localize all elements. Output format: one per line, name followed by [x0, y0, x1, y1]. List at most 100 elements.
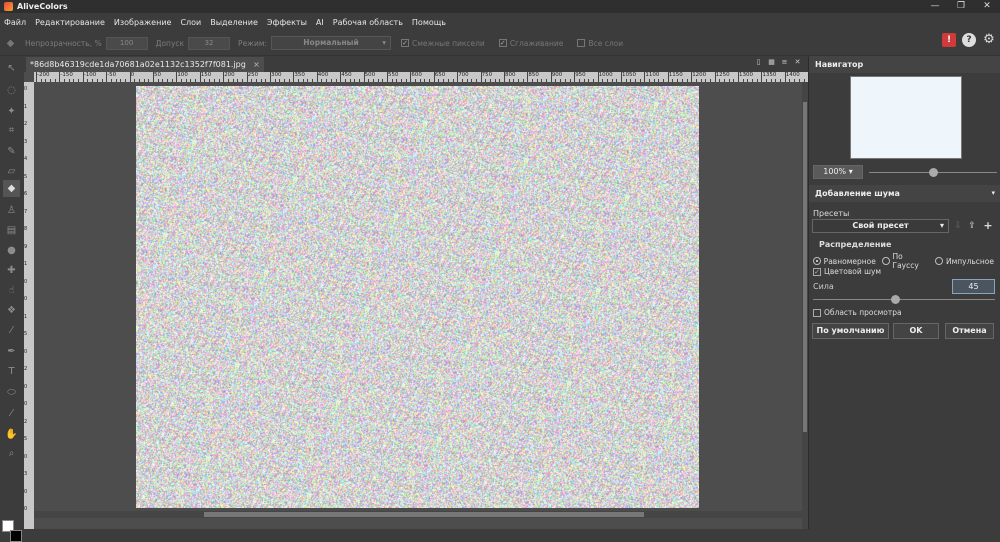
brush-tool-icon[interactable]: ✎ — [3, 143, 20, 160]
radio-impulse[interactable] — [935, 257, 943, 265]
move-tool-icon[interactable]: ↖ — [3, 60, 20, 77]
ruler-h-minor-tick — [204, 79, 206, 82]
pen-tool-icon[interactable]: ✒ — [3, 343, 20, 360]
ruler-h-minor-tick — [213, 79, 215, 82]
tab-close-icon[interactable]: × — [253, 57, 260, 72]
zoom-tool-icon[interactable]: ⌕ — [3, 445, 20, 462]
opacity-input[interactable]: 100 — [105, 36, 148, 50]
ruler-h-minor-tick — [354, 79, 356, 82]
strength-input[interactable]: 45 — [952, 279, 995, 294]
ruler-h-minor-tick — [396, 79, 398, 82]
mode-select[interactable]: Нормальный — [271, 36, 391, 50]
preview-area-checkbox[interactable]: Область просмотра — [813, 308, 902, 317]
maximize-button[interactable]: ❐ — [948, 0, 974, 13]
add-noise-title: Добавление шума — [815, 189, 900, 198]
navigator-header[interactable]: Навигатор — [809, 56, 1000, 73]
adjacent-checkbox[interactable]: ✓ Смежные пиксели — [401, 39, 485, 48]
ruler-h-minor-tick — [489, 79, 491, 82]
title-bar: AliveColors — ❐ ✕ — [0, 0, 1000, 13]
ruler-h-tick — [433, 72, 435, 82]
preset-select[interactable]: Свой пресет — [812, 219, 949, 233]
save-preset-icon[interactable]: ⇪ — [966, 220, 978, 232]
lasso-tool-icon[interactable]: ◌ — [3, 82, 20, 99]
alert-icon[interactable]: ! — [942, 33, 956, 47]
menu-image[interactable]: Изображение — [114, 18, 172, 27]
new-doc-icon[interactable]: ▯ — [754, 58, 763, 67]
menu-ai[interactable]: AI — [316, 18, 324, 27]
text-tool-icon[interactable]: T — [3, 363, 20, 380]
help-icon[interactable]: ? — [962, 33, 976, 47]
ruler-v-label: 2 — [24, 366, 28, 372]
hand-tool-icon[interactable]: ✋ — [3, 426, 20, 443]
ruler-h-label: 500 — [364, 72, 376, 78]
chevron-down-icon[interactable]: ▾ — [991, 185, 995, 202]
menu-help[interactable]: Помощь — [412, 18, 446, 27]
tolerance-input[interactable]: 32 — [188, 36, 231, 50]
ruler-h-minor-tick — [377, 79, 379, 82]
mode-label: Режим: — [238, 38, 267, 48]
strength-slider-track[interactable] — [813, 299, 995, 300]
fill-tool-icon[interactable]: ◆ — [3, 180, 20, 197]
menu-workspace[interactable]: Рабочая область — [333, 18, 403, 27]
color-noise-checkbox[interactable]: ✓ Цветовой шум — [813, 267, 881, 276]
tool-palette: ↖ ◌ ✦ ⌗ ✎ ▱ ◆ ♙ ▤ ● ✚ ☝ ❖ ⁄ ✒ T ⬭ ⁄ ✋ ⌕ — [0, 56, 24, 542]
vertical-scroll-thumb[interactable] — [803, 102, 807, 432]
panel-close-icon[interactable]: ✕ — [793, 58, 802, 67]
menu-effects[interactable]: Эффекты — [267, 18, 307, 27]
menu-edit[interactable]: Редактирование — [35, 18, 105, 27]
menu-layers[interactable]: Слои — [180, 18, 201, 27]
ruler-h-minor-tick — [312, 79, 314, 82]
strength-slider-handle[interactable] — [890, 295, 900, 304]
ruler-h-minor-tick — [344, 79, 346, 82]
gradient-tool-icon[interactable]: ▤ — [3, 222, 20, 239]
document-tab[interactable]: *86d8b46319cde1da70681a02e1132c1352f7f08… — [26, 57, 264, 72]
horizontal-scroll-thumb[interactable] — [204, 512, 644, 517]
ruler-h-label: 1050 — [622, 72, 636, 78]
zoom-slider-handle[interactable] — [929, 168, 938, 177]
magic-wand-tool-icon[interactable]: ✦ — [3, 103, 20, 120]
stamp-tool-icon[interactable]: ♙ — [3, 202, 20, 219]
eraser-tool-icon[interactable]: ▱ — [3, 163, 20, 180]
close-button[interactable]: ✕ — [974, 0, 1000, 13]
background-color-swatch[interactable] — [10, 530, 22, 542]
ok-button[interactable]: OK — [893, 323, 939, 339]
minimize-button[interactable]: — — [922, 0, 948, 13]
ruler-h-minor-tick — [40, 79, 42, 82]
delete-preset-icon[interactable]: ⇩ — [952, 220, 964, 232]
ruler-h-minor-tick — [709, 79, 711, 82]
clone-tool-icon[interactable]: ❖ — [3, 302, 20, 319]
shape-tool-icon[interactable]: ⬭ — [3, 384, 20, 401]
radio-uniform[interactable] — [813, 257, 821, 265]
gear-icon[interactable]: ⚙ — [982, 33, 996, 47]
ruler-v-label: 3 — [24, 471, 28, 477]
image-canvas[interactable] — [136, 86, 699, 508]
radio-gauss[interactable] — [881, 257, 890, 265]
default-button[interactable]: По умолчанию — [812, 323, 889, 339]
horizontal-scrollbar[interactable] — [34, 511, 802, 518]
ruler-h-label: 200 — [224, 72, 235, 78]
smudge-tool-icon[interactable]: ☝ — [3, 282, 20, 299]
list-icon[interactable]: ≡ — [780, 58, 789, 67]
ruler-v-label: 2 — [24, 418, 28, 425]
all-layers-checkbox[interactable]: Все слои — [577, 39, 623, 48]
crop-tool-icon[interactable]: ⌗ — [3, 122, 20, 139]
add-preset-icon[interactable]: + — [982, 220, 994, 232]
ruler-h-minor-tick — [255, 79, 257, 82]
zoom-select[interactable]: 100% ▾ — [813, 165, 863, 179]
menu-file[interactable]: Файл — [4, 18, 26, 27]
cancel-button[interactable]: Отмена — [945, 323, 994, 339]
ruler-h-minor-tick — [241, 79, 243, 82]
menu-select[interactable]: Выделение — [210, 18, 258, 27]
tile-icon[interactable]: ▦ — [767, 58, 776, 67]
document-controls: ▯ ▦ ≡ ✕ — [750, 58, 802, 67]
ruler-h-minor-tick — [171, 79, 173, 82]
dodge-tool-icon[interactable]: ✚ — [3, 262, 20, 279]
ruler-h-tick — [36, 72, 37, 82]
navigator-preview[interactable] — [850, 76, 962, 159]
line-tool-icon[interactable]: ⁄ — [3, 322, 20, 339]
eyedropper-tool-icon[interactable]: ⁄ — [3, 405, 20, 422]
smoothing-checkbox[interactable]: ✓ Сглаживание — [498, 39, 563, 48]
blur-tool-icon[interactable]: ● — [3, 242, 20, 259]
add-noise-header[interactable]: Добавление шума ▾ — [809, 185, 1000, 202]
ruler-h-tick — [714, 72, 716, 82]
